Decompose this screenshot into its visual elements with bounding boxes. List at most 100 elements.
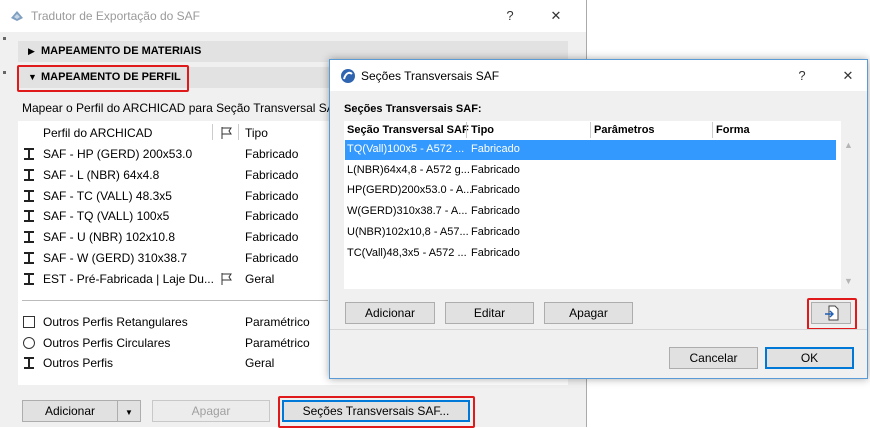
i-beam-icon — [22, 272, 36, 286]
profile-type: Fabricado — [245, 251, 299, 265]
profile-name: Outros Perfis Retangulares — [43, 315, 188, 329]
profile-mapping-description: Mapear o Perfil do ARCHICAD para Seção T… — [22, 101, 343, 115]
section-type: Fabricado — [471, 246, 520, 259]
profile-name: SAF - TQ (VALL) 100x5 — [43, 209, 170, 224]
section-name: U(NBR)102x10,8 - A57... — [347, 225, 469, 238]
help-button[interactable]: ? — [500, 6, 520, 26]
dialog-titlebar[interactable]: Seções Transversais SAF ? ✕ — [330, 60, 867, 91]
profile-row[interactable]: SAF - TC (VALL) 48.3x5 Fabricado — [22, 186, 322, 206]
close-icon[interactable]: ✕ — [546, 6, 566, 26]
profile-name: SAF - TC (VALL) 48.3x5 — [43, 188, 172, 203]
section-name: TC(Vall)48,3x5 - A572 ... — [347, 246, 467, 259]
profile-type: Fabricado — [245, 167, 299, 182]
profile-name: Outros Perfis — [43, 356, 114, 370]
i-beam-icon — [22, 356, 36, 370]
add-dropdown-button[interactable]: ▼ — [117, 400, 141, 422]
section-name: W(GERD)310x38.7 - A... — [347, 205, 468, 218]
table-header-parameters[interactable]: Parâmetros — [594, 124, 655, 136]
section-material-label: MAPEAMENTO DE MATERIAIS — [41, 45, 202, 57]
i-beam-icon — [22, 189, 36, 203]
scroll-down-icon[interactable]: ▼ — [844, 276, 853, 286]
column-header-type[interactable]: Tipo — [245, 126, 268, 140]
dialog-help-button[interactable]: ? — [792, 66, 812, 86]
profile-type: Fabricado — [245, 209, 299, 224]
profile-row[interactable]: EST - Pré-Fabricada | Laje Du... Geral — [22, 269, 322, 289]
table-scrollbar[interactable]: ▲ ▼ — [841, 138, 857, 288]
profile-row[interactable]: Outros Perfis Geral — [22, 353, 322, 373]
table-row[interactable]: HP(GERD)200x53.0 - A... Fabricado — [345, 181, 836, 201]
dialog-close-icon[interactable]: ✕ — [838, 66, 858, 86]
highlight-frame — [278, 396, 475, 428]
section-type: Fabricado — [471, 205, 520, 218]
dialog-footer-divider — [330, 329, 867, 330]
ok-button[interactable]: OK — [765, 347, 854, 369]
profile-row[interactable]: SAF - U (NBR) 102x10.8 Fabricado — [22, 227, 322, 247]
profile-name: SAF - HP (GERD) 200x53.0 — [43, 147, 193, 161]
delete-button[interactable]: Apagar — [152, 400, 270, 422]
table-row[interactable]: L(NBR)64x4,8 - A572 g... Fabricado — [345, 161, 836, 181]
section-name: TQ(Vall)100x5 - A572 ... — [347, 143, 465, 155]
i-beam-icon — [22, 147, 36, 161]
profile-type: Geral — [245, 271, 275, 286]
table-header-shape[interactable]: Forma — [716, 124, 750, 136]
table-row[interactable]: TC(Vall)48,3x5 - A572 ... Fabricado — [345, 244, 836, 264]
i-beam-icon — [22, 251, 36, 265]
circle-icon — [22, 336, 36, 350]
column-separator — [590, 122, 591, 138]
main-titlebar[interactable]: Tradutor de Exportação do SAF ? ✕ — [0, 0, 586, 32]
scroll-up-icon[interactable]: ▲ — [844, 140, 853, 150]
app-icon — [341, 69, 355, 83]
dialog-edit-button[interactable]: Editar — [445, 302, 534, 324]
profile-type: Fabricado — [245, 147, 299, 161]
profile-name: EST - Pré-Fabricada | Laje Du... — [43, 271, 214, 286]
cancel-button[interactable]: Cancelar — [669, 347, 758, 369]
profile-name: SAF - U (NBR) 102x10.8 — [43, 230, 176, 245]
saf-sections-dialog: Seções Transversais SAF ? ✕ Seções Trans… — [329, 59, 868, 379]
i-beam-icon — [22, 168, 36, 182]
section-type: Fabricado — [471, 225, 520, 238]
column-separator — [238, 124, 239, 140]
profile-row[interactable]: SAF - L (NBR) 64x4.8 Fabricado — [22, 165, 322, 185]
chevron-right-icon: ▶ — [28, 46, 35, 56]
section-type: Fabricado — [471, 143, 520, 155]
app-icon — [11, 11, 23, 21]
profile-type: Fabricado — [245, 230, 299, 245]
table-row[interactable]: U(NBR)102x10,8 - A57... Fabricado — [345, 223, 836, 243]
profile-name: Outros Perfis Circulares — [43, 335, 171, 350]
profile-row[interactable]: SAF - HP (GERD) 200x53.0 Fabricado — [22, 144, 322, 164]
chevron-down-icon: ▼ — [125, 408, 133, 417]
flag-icon — [220, 272, 234, 286]
profile-type: Fabricado — [245, 188, 299, 203]
add-button[interactable]: Adicionar — [22, 400, 118, 422]
table-row[interactable]: TQ(Vall)100x5 - A572 ... Fabricado — [345, 140, 836, 160]
profile-row[interactable]: Outros Perfis Retangulares Paramétrico — [22, 312, 322, 332]
rectangle-icon — [22, 315, 36, 329]
column-separator — [466, 122, 467, 138]
profile-name: SAF - L (NBR) 64x4.8 — [43, 167, 160, 182]
table-header-section[interactable]: Seção Transversal SAF — [347, 124, 469, 136]
profile-row[interactable]: SAF - TQ (VALL) 100x5 Fabricado — [22, 206, 322, 226]
table-row[interactable]: W(GERD)310x38.7 - A... Fabricado — [345, 202, 836, 222]
profile-type: Geral — [245, 356, 275, 370]
main-window-title: Tradutor de Exportação do SAF — [31, 9, 200, 23]
list-divider — [22, 300, 328, 301]
flag-icon — [221, 127, 232, 139]
highlight-frame — [807, 298, 857, 330]
column-separator — [212, 124, 213, 140]
column-separator — [712, 122, 713, 138]
highlight-frame — [17, 65, 189, 92]
profile-type: Paramétrico — [245, 335, 310, 350]
section-name: L(NBR)64x4,8 - A572 g... — [347, 163, 470, 176]
edge-marker — [3, 37, 6, 40]
table-header-type[interactable]: Tipo — [471, 124, 494, 136]
section-name: HP(GERD)200x53.0 - A... — [347, 184, 473, 197]
dialog-subtitle: Seções Transversais SAF: — [344, 103, 482, 115]
profile-type: Paramétrico — [245, 315, 310, 329]
i-beam-icon — [22, 209, 36, 223]
profile-row[interactable]: Outros Perfis Circulares Paramétrico — [22, 333, 322, 353]
dialog-add-button[interactable]: Adicionar — [345, 302, 435, 324]
dialog-delete-button[interactable]: Apagar — [544, 302, 633, 324]
profile-name: SAF - W (GERD) 310x38.7 — [43, 251, 188, 265]
profile-row[interactable]: SAF - W (GERD) 310x38.7 Fabricado — [22, 248, 322, 268]
column-header-profile[interactable]: Perfil do ARCHICAD — [43, 126, 152, 140]
